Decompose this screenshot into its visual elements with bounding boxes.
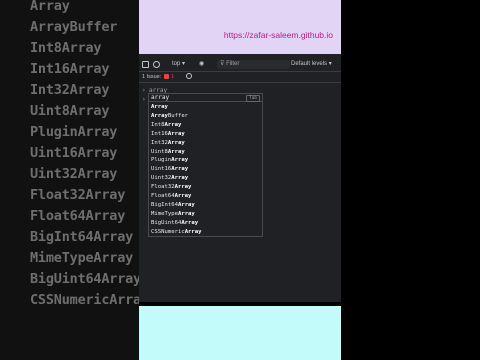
filter-placeholder: Filter: [226, 61, 240, 67]
phone-screen: https://zafar-saleem.github.io top ▾ ◉ ⊽…: [139, 0, 341, 360]
suggestion-match: Array: [167, 148, 185, 155]
background-list-item: Float32Array: [30, 187, 126, 203]
context-label: top: [172, 61, 181, 67]
suggestion-suffix: Buffer: [167, 112, 189, 119]
suggestion-match: Array: [174, 184, 192, 191]
suggestion-match: Array: [167, 130, 185, 137]
suggestion-prefix: CSSNumeric: [151, 228, 185, 235]
autocomplete-input-value: array: [151, 94, 170, 101]
suggestion-item[interactable]: BigInt64Array: [151, 201, 195, 210]
suggestion-match: Array: [171, 157, 189, 164]
suggestion-prefix: MimeType: [151, 210, 178, 217]
suggestion-prefix: Uint32: [151, 175, 172, 182]
suggestion-match: Array: [177, 210, 195, 217]
suggestion-prefix: BigUint64: [151, 219, 182, 226]
background-list-item: BigUint64Array: [30, 271, 139, 287]
suggestion-match: Array: [184, 228, 202, 235]
suggestion-item[interactable]: MimeTypeArray: [151, 210, 195, 219]
right-letterbox: [341, 0, 480, 360]
suggestion-item[interactable]: BigUint64Array: [151, 219, 198, 228]
clear-console-icon[interactable]: [153, 61, 160, 68]
suggestion-prefix: Uint16: [151, 166, 172, 173]
background-list-item: MimeTypeArray: [30, 250, 134, 266]
suggestion-prefix: Uint8: [151, 148, 168, 155]
settings-gear-icon[interactable]: [186, 73, 192, 79]
autocomplete-input[interactable]: array Tab: [149, 94, 262, 102]
console-area[interactable]: › array › array Tab Array ArrayBuffer Int8…: [139, 84, 341, 302]
log-levels-label: Default levels: [291, 61, 328, 67]
background-list-item: Uint8Array: [30, 103, 110, 119]
suggestion-match: Array: [151, 112, 168, 119]
background-blurred-list: Array ArrayBuffer Int8Array Int16Array Int32…: [0, 0, 139, 360]
prompt-chevron-icon: ›: [142, 87, 146, 94]
background-list-item: Array: [30, 0, 70, 14]
background-list-item: Int8Array: [30, 40, 102, 56]
suggestion-prefix: Float64: [151, 193, 175, 199]
log-levels-dropdown[interactable]: Default levels ▾: [291, 60, 332, 69]
suggestion-match: Array: [174, 193, 192, 199]
bottom-panel: [139, 306, 341, 360]
issues-count: 1: [171, 74, 175, 80]
suggestion-prefix: Int32: [151, 139, 168, 146]
background-list-item: Uint16Array: [30, 145, 118, 161]
autocomplete-popup[interactable]: array Tab Array ArrayBuffer Int8Array Int16…: [148, 93, 263, 237]
suggestion-match: Array: [171, 166, 189, 173]
background-list-item: CSSNumericArray: [30, 292, 139, 308]
suggestion-item[interactable]: Int32Array: [151, 139, 185, 148]
suggestion-match: Array: [177, 201, 195, 208]
suggestion-item[interactable]: Uint8Array: [151, 148, 185, 157]
prompt-chevron-2-icon: ›: [142, 96, 146, 103]
suggestion-match: Array: [181, 219, 199, 226]
suggestion-prefix: Plugin: [151, 157, 172, 164]
suggestion-match: Array: [164, 121, 182, 128]
suggestion-item[interactable]: Float32Array: [151, 183, 191, 192]
suggestion-prefix: Float32: [151, 184, 175, 191]
suggestion-match: Array: [167, 139, 185, 146]
background-list-item: BigInt64Array: [30, 229, 134, 245]
suggestion-match: Array: [151, 104, 168, 110]
suggestion-item[interactable]: PluginArray: [151, 156, 188, 165]
tab-hint: Tab: [245, 95, 260, 102]
sidebar-toggle-icon[interactable]: [142, 61, 149, 68]
console-toolbar: top ▾ ◉ ⊽ Filter Default levels ▾: [139, 58, 341, 72]
background-list-item: Float64Array: [30, 208, 126, 224]
suggestion-match: Array: [171, 175, 189, 182]
suggestion-item[interactable]: Array: [151, 103, 168, 112]
issue-error-icon: [164, 74, 169, 79]
suggestion-item[interactable]: CSSNumericArray: [151, 228, 202, 237]
suggestion-item[interactable]: ArrayBuffer: [151, 112, 188, 121]
context-selector[interactable]: top ▾: [172, 60, 185, 69]
website-banner: https://zafar-saleem.github.io: [139, 0, 341, 54]
suggestion-item[interactable]: Int16Array: [151, 130, 185, 139]
suggestion-item[interactable]: Float64Array: [151, 192, 191, 201]
suggestion-prefix: Int8: [151, 121, 165, 128]
suggestion-item[interactable]: Uint16Array: [151, 165, 188, 174]
filter-input[interactable]: ⊽ Filter: [217, 60, 290, 69]
suggestion-item[interactable]: Uint32Array: [151, 174, 188, 183]
background-list-item: Int32Array: [30, 82, 110, 98]
website-url[interactable]: https://zafar-saleem.github.io: [224, 30, 333, 40]
background-list-item: PluginArray: [30, 124, 118, 140]
suggestion-prefix: BigInt64: [151, 201, 178, 208]
suggestion-prefix: Int16: [151, 130, 168, 137]
issues-label: 1 Issue:: [142, 74, 162, 80]
background-list-item: ArrayBuffer: [30, 19, 118, 35]
background-list-item: Int16Array: [30, 61, 110, 77]
devtools-panel: top ▾ ◉ ⊽ Filter Default levels ▾ 1 Issu…: [139, 58, 341, 302]
background-list-item: Uint32Array: [30, 166, 118, 182]
eye-icon[interactable]: ◉: [199, 60, 204, 69]
suggestion-item[interactable]: Int8Array: [151, 121, 181, 130]
issues-bar[interactable]: 1 Issue: 1: [139, 72, 341, 83]
